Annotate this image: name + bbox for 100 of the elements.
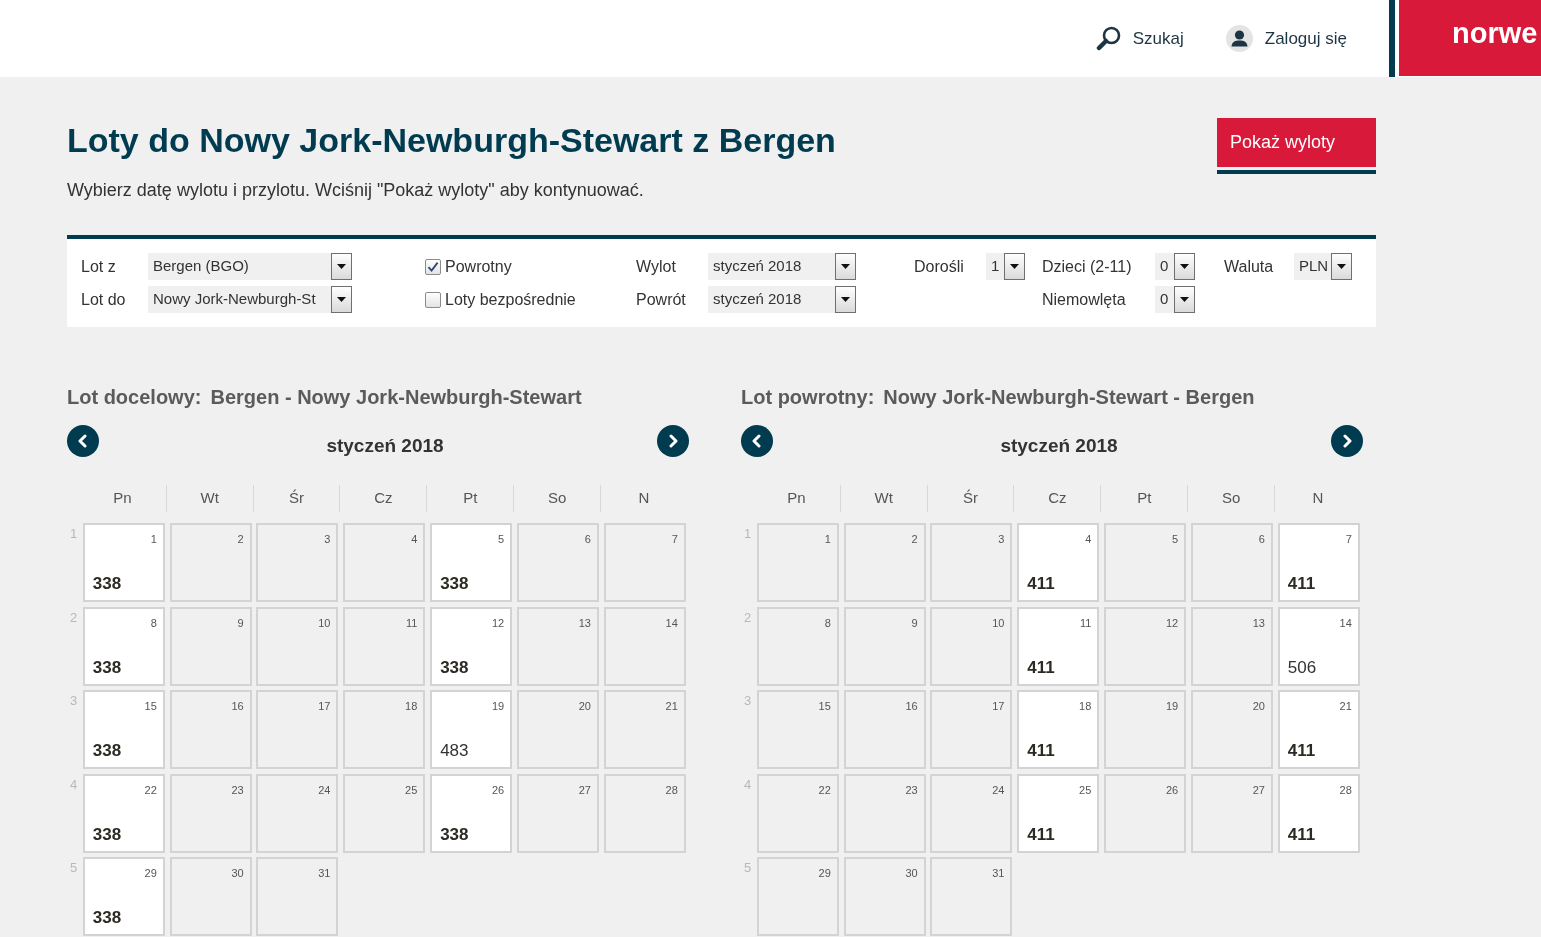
- page-subtitle: Wybierz datę wylotu i przylotu. Wciśnij "Pokaż wyloty" aby kontynuować.: [67, 179, 645, 202]
- calendar-day[interactable]: 26 338: [430, 773, 513, 853]
- price: 338: [440, 574, 469, 594]
- day-number: 22: [818, 782, 831, 797]
- weekday-label: Pn: [113, 488, 132, 509]
- previous-month-button[interactable]: [67, 425, 99, 457]
- price: 338: [92, 741, 122, 761]
- price: 411: [1027, 741, 1055, 761]
- day-number: 8: [150, 615, 157, 630]
- weekday-label: N: [1312, 488, 1324, 509]
- day-number: 9: [237, 615, 244, 630]
- day-number: 31: [992, 866, 1005, 880]
- calendar-day[interactable]: 18 411: [1017, 690, 1100, 769]
- weekday-label: Śr: [963, 488, 979, 509]
- day-number: 25: [1079, 782, 1092, 797]
- day-number: 1: [150, 532, 157, 546]
- logo[interactable]: norwe: [1399, 0, 1541, 76]
- day-number: 16: [905, 699, 918, 713]
- weekday-label: So: [547, 488, 567, 509]
- calendar-day[interactable]: 11 411: [1017, 606, 1100, 686]
- day-number: 5: [498, 532, 505, 546]
- day-number: 3: [998, 532, 1005, 546]
- previous-month-button[interactable]: [741, 425, 773, 457]
- next-month-button[interactable]: [657, 425, 689, 457]
- price: 411: [1287, 574, 1316, 594]
- show-flights-button[interactable]: Pokaż wyloty: [1217, 118, 1376, 174]
- calendar-day[interactable]: 7 411: [1277, 523, 1360, 602]
- price: 411: [1027, 574, 1055, 594]
- month-title: styczeń 2018: [326, 434, 444, 458]
- checkbox[interactable]: [425, 291, 441, 308]
- price: 338: [92, 824, 122, 845]
- day-number: 8: [824, 615, 831, 630]
- day-number: 30: [905, 866, 918, 880]
- day-number: 4: [411, 532, 418, 546]
- weekday-label: N: [638, 488, 650, 509]
- day-number: 13: [1252, 615, 1265, 630]
- dropdown[interactable]: styczeń 2018: [708, 286, 856, 313]
- price: 506: [1287, 657, 1317, 678]
- day-number: 18: [405, 699, 418, 713]
- field-label: Powrót: [636, 289, 686, 310]
- field-label: Dorośli: [914, 256, 964, 277]
- weekday-label: So: [1221, 488, 1241, 509]
- weekday-label: Cz: [1048, 488, 1067, 509]
- day-number: 10: [318, 615, 331, 630]
- day-number: 14: [1339, 615, 1352, 630]
- day-number: 1: [824, 532, 831, 546]
- day-number: 26: [1165, 782, 1179, 797]
- page-title: Loty do Nowy Jork-Newburgh-Stewart z Bergen: [67, 120, 836, 160]
- day-number: 7: [671, 532, 678, 546]
- calendar-day[interactable]: 22 338: [82, 773, 165, 853]
- week-number: 4: [70, 777, 78, 791]
- weekday-label: Pt: [1137, 488, 1152, 509]
- price: 411: [1287, 741, 1316, 761]
- price: 338: [92, 908, 122, 928]
- route-name: Nowy Jork-Newburgh-Stewart - Bergen: [883, 385, 1255, 409]
- dropdown[interactable]: Bergen (BGO): [148, 253, 352, 280]
- price: 338: [92, 574, 122, 594]
- day-number: 24: [318, 782, 331, 797]
- checkbox[interactable]: [425, 258, 441, 275]
- price: 483: [440, 741, 469, 761]
- day-number: 5: [1172, 532, 1179, 546]
- day-number: 23: [905, 782, 918, 797]
- weekday-label: Śr: [289, 488, 305, 509]
- calendar-day[interactable]: 28 411: [1277, 773, 1360, 853]
- day-number: 29: [818, 866, 831, 880]
- calendar-heading-label: Lot docelowy:: [67, 385, 202, 409]
- day-number: 25: [405, 782, 418, 797]
- day-number: 16: [231, 699, 244, 713]
- dropdown[interactable]: styczeń 2018: [708, 253, 856, 280]
- calendar-day[interactable]: 21 411: [1277, 690, 1360, 769]
- field-label: Waluta: [1224, 256, 1274, 277]
- week-number: 1: [70, 527, 78, 540]
- login-link[interactable]: Zaloguj się: [1225, 25, 1347, 52]
- day-number: 30: [231, 866, 244, 880]
- calendar-day[interactable]: 8 338: [82, 606, 165, 686]
- next-month-button[interactable]: [1331, 425, 1363, 457]
- dropdown[interactable]: 1: [986, 253, 1025, 280]
- calendar-day[interactable]: 25 411: [1017, 773, 1100, 853]
- dropdown[interactable]: PLN: [1294, 253, 1352, 280]
- week-number: 3: [70, 694, 78, 707]
- day-number: 29: [144, 866, 157, 880]
- calendar-day[interactable]: 29 338: [82, 857, 165, 936]
- calendar-day[interactable]: 12 338: [430, 606, 513, 686]
- dropdown[interactable]: 0: [1155, 253, 1195, 280]
- calendar-day[interactable]: 14 506: [1277, 606, 1360, 686]
- calendar-day[interactable]: 5 338: [430, 523, 513, 602]
- dropdown[interactable]: Nowy Jork-Newburgh-St: [148, 286, 352, 313]
- day-number: 17: [992, 699, 1005, 713]
- calendar-day[interactable]: 1 338: [82, 523, 165, 602]
- calendar-day[interactable]: 15 338: [82, 690, 165, 769]
- day-number: 24: [992, 782, 1005, 797]
- calendar-day[interactable]: 4 411: [1017, 523, 1100, 602]
- weekday-label: Pt: [463, 488, 478, 509]
- dropdown[interactable]: 0: [1155, 286, 1195, 313]
- day-number: 19: [1165, 699, 1179, 713]
- price: 411: [1027, 824, 1055, 845]
- calendar-day[interactable]: 19 483: [430, 690, 513, 769]
- calendar-heading-label: Lot powrotny:: [741, 385, 875, 409]
- search-link[interactable]: Szukaj: [1095, 25, 1184, 52]
- week-number: 1: [744, 527, 752, 540]
